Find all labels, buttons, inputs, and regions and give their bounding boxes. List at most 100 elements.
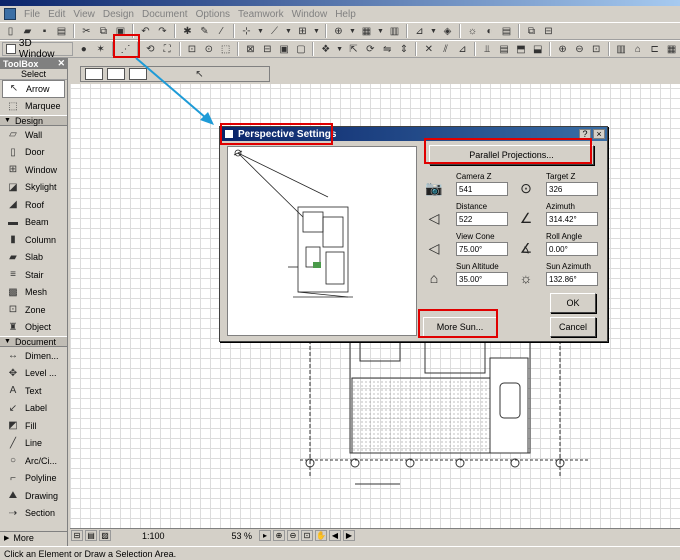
ok-button[interactable]: OK: [550, 293, 596, 313]
tool-roof[interactable]: ◢ Roof: [0, 196, 67, 214]
tool-line[interactable]: ╱ Line: [0, 435, 67, 453]
tool-skylight[interactable]: ◪ Skylight: [0, 179, 67, 197]
offset-icon[interactable]: ⊡: [589, 42, 604, 56]
floor-icon[interactable]: ▤: [85, 530, 97, 541]
trim-roof-icon[interactable]: ⌂: [630, 42, 645, 56]
zoom-fit-icon[interactable]: ⊡: [301, 530, 313, 541]
snap-icon[interactable]: ⟋: [267, 24, 282, 38]
tool-drawing[interactable]: ⛰ Drawing: [0, 487, 67, 505]
eyedropper-icon[interactable]: ✎: [197, 24, 212, 38]
render-icon[interactable]: ◐: [482, 24, 497, 38]
tool-marquee[interactable]: ⬚ Marquee: [0, 98, 67, 116]
undo-icon[interactable]: ↶: [138, 24, 153, 38]
zoom-next-icon[interactable]: ▶: [343, 530, 355, 541]
tool-section[interactable]: ⇢ Section: [0, 505, 67, 523]
toolbox-document-section[interactable]: ▼ Document: [0, 336, 67, 347]
tool-window[interactable]: ⊞ Window: [0, 161, 67, 179]
chevron-down-icon[interactable]: ▼: [348, 24, 357, 38]
distribute-icon[interactable]: ▤: [497, 42, 512, 56]
bring-forward-icon[interactable]: ⬒: [514, 42, 529, 56]
chevron-down-icon[interactable]: ▼: [429, 24, 438, 38]
mirror-icon[interactable]: ⇋: [380, 42, 395, 56]
tool-fill[interactable]: ◩ Fill: [0, 417, 67, 435]
tool-text[interactable]: A Text: [0, 382, 67, 400]
tool-dimension[interactable]: ↔ Dimen...: [0, 347, 67, 365]
guide-icon[interactable]: ⊹: [239, 24, 254, 38]
zoom-area-icon[interactable]: ⊙: [201, 42, 216, 56]
geometry-method-icon[interactable]: [85, 68, 103, 80]
layer-icon[interactable]: ▦: [359, 24, 374, 38]
adjust-icon[interactable]: ⊿: [455, 42, 470, 56]
mark-icon[interactable]: ◈: [440, 24, 455, 38]
report-icon[interactable]: ▤: [499, 24, 514, 38]
parallel-projections-button[interactable]: Parallel Projections...: [429, 145, 594, 165]
tool-mesh[interactable]: ▩ Mesh: [0, 284, 67, 302]
window-tile-icon[interactable]: ⊟: [541, 24, 556, 38]
tool-object[interactable]: ♜ Object: [0, 319, 67, 337]
syringe-icon[interactable]: ⁄: [214, 24, 229, 38]
tool-arrow[interactable]: ↖ Arrow: [2, 80, 65, 98]
unlock-icon[interactable]: ▢: [294, 42, 309, 56]
zoom-readout[interactable]: 53 %: [202, 531, 252, 541]
suspend-groups-icon[interactable]: ❖: [318, 42, 333, 56]
menu-file[interactable]: File: [22, 9, 46, 20]
menu-view[interactable]: View: [71, 9, 101, 20]
fit-icon[interactable]: ⬚: [218, 42, 233, 56]
pan-icon[interactable]: ✋: [315, 530, 327, 541]
subtract-icon[interactable]: ⊖: [572, 42, 587, 56]
3d-window-button[interactable]: 3D Window: [2, 38, 74, 60]
tool-slab[interactable]: ▰ Slab: [0, 249, 67, 267]
tool-beam[interactable]: ▬ Beam: [0, 214, 67, 232]
close-button[interactable]: ×: [593, 129, 605, 139]
chevron-down-icon[interactable]: ▼: [284, 24, 293, 38]
add-intersect-icon[interactable]: ⊕: [555, 42, 570, 56]
menu-design[interactable]: Design: [101, 9, 140, 20]
elevate-icon[interactable]: ⇕: [397, 42, 412, 56]
azimuth-input[interactable]: 314.42°: [546, 212, 598, 226]
chevron-down-icon[interactable]: ▼: [335, 42, 344, 56]
tool-wall[interactable]: ▱ Wall: [0, 126, 67, 144]
zoom-previous-icon[interactable]: ◀: [329, 530, 341, 541]
grid-snap-icon[interactable]: ⊞: [295, 24, 310, 38]
3d-projection-icon[interactable]: ✶: [93, 42, 108, 56]
sun-azimuth-input[interactable]: 132.86°: [546, 272, 598, 286]
curtain-icon[interactable]: ▦: [664, 42, 679, 56]
gravity-icon[interactable]: ⊕: [331, 24, 346, 38]
menu-window[interactable]: Window: [290, 9, 334, 20]
perspective-preview[interactable]: [227, 146, 417, 336]
new-file-icon[interactable]: ▯: [3, 24, 18, 38]
perspective-settings-icon[interactable]: ⋰: [118, 42, 133, 56]
magic-wand-icon[interactable]: ✱: [180, 24, 195, 38]
orbit-icon[interactable]: ⟲: [143, 42, 158, 56]
arrow-cursor-icon[interactable]: ↖: [192, 67, 207, 81]
view-cone-input[interactable]: 75.00°: [456, 242, 508, 256]
chevron-down-icon[interactable]: ▼: [256, 24, 265, 38]
solid-ops-icon[interactable]: ▥: [614, 42, 629, 56]
target-z-input[interactable]: 326: [546, 182, 598, 196]
layout-icon[interactable]: ▨: [99, 530, 111, 541]
zoom-out-icon[interactable]: ⊖: [287, 530, 299, 541]
element-outline-icon[interactable]: [107, 68, 125, 80]
distance-input[interactable]: 522: [456, 212, 508, 226]
drag-icon[interactable]: ⇱: [346, 42, 361, 56]
pen-set-icon[interactable]: ▥: [387, 24, 402, 38]
split-icon[interactable]: ⫽: [438, 42, 453, 56]
redo-icon[interactable]: ↷: [155, 24, 170, 38]
rotate-icon[interactable]: ⟳: [363, 42, 378, 56]
tool-arc-circle[interactable]: ○ Arc/Ci...: [0, 452, 67, 470]
cancel-button[interactable]: Cancel: [550, 317, 596, 337]
help-button[interactable]: ?: [579, 129, 591, 139]
chevron-down-icon[interactable]: ▼: [376, 24, 385, 38]
tool-label[interactable]: ↙ Label: [0, 400, 67, 418]
dialog-titlebar[interactable]: Perspective Settings ? ×: [220, 127, 607, 141]
toolbox-more-section[interactable]: ▶ More: [0, 531, 68, 543]
menu-document[interactable]: Document: [140, 9, 194, 20]
group-icon[interactable]: ⊠: [243, 42, 258, 56]
paste-icon[interactable]: ▣: [113, 24, 128, 38]
close-icon[interactable]: ✕: [57, 58, 67, 69]
menu-help[interactable]: Help: [333, 9, 362, 20]
walk-icon[interactable]: ⛶: [160, 42, 175, 56]
ungroup-icon[interactable]: ⊟: [260, 42, 275, 56]
send-back-icon[interactable]: ⬓: [530, 42, 545, 56]
window-arrange-icon[interactable]: ⧉: [524, 24, 539, 38]
